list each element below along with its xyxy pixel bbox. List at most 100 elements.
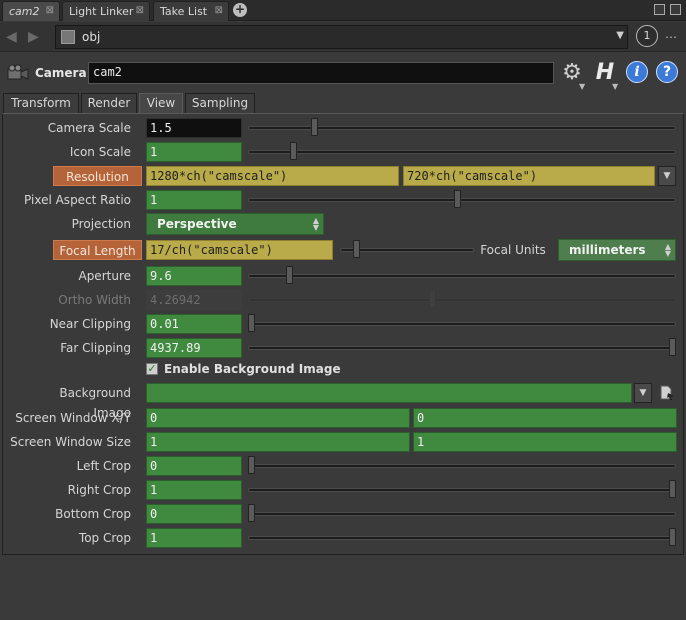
- bottom-crop-slider-track[interactable]: [248, 512, 676, 516]
- top-crop-slider-handle[interactable]: [669, 528, 676, 546]
- left-crop-slider-track[interactable]: [248, 464, 676, 468]
- left-crop-field[interactable]: 0: [146, 456, 242, 476]
- far-clipping-slider-track[interactable]: [248, 346, 676, 350]
- ortho-width-slider-track: [248, 298, 676, 302]
- resolution-label: Resolution: [53, 166, 142, 186]
- projection-value: Perspective: [157, 217, 237, 231]
- screen-window-xy-label: Screen Window X/Y: [15, 411, 131, 425]
- right-crop-slider-handle[interactable]: [669, 480, 676, 498]
- aperture-slider-handle[interactable]: [286, 266, 293, 284]
- tab-label: Take List: [160, 5, 208, 18]
- pane-menu-icon[interactable]: ⋯: [665, 30, 679, 44]
- menu-arrows-icon: ▲ ▼: [312, 216, 319, 232]
- far-clipping-slider-handle[interactable]: [669, 338, 676, 356]
- near-clipping-slider-handle[interactable]: [248, 314, 255, 332]
- network-path-field[interactable]: obj ▼: [55, 25, 628, 49]
- icon-scale-slider-track[interactable]: [248, 150, 676, 154]
- info-icon[interactable]: i: [626, 61, 648, 83]
- screen-window-size-label: Screen Window Size: [10, 435, 131, 449]
- tab-label: cam2: [9, 5, 40, 18]
- near-clipping-slider-track[interactable]: [248, 322, 676, 326]
- focal-length-field[interactable]: 17/ch("camscale"): [146, 240, 333, 260]
- node-name-field[interactable]: cam2: [88, 62, 554, 84]
- bottom-crop-label: Bottom Crop: [55, 507, 131, 521]
- camera-scale-field[interactable]: 1.5: [146, 118, 242, 138]
- ortho-width-field: 4.26942: [146, 290, 242, 310]
- far-clipping-field[interactable]: 4937.89: [146, 338, 242, 358]
- tab-render[interactable]: Render: [81, 93, 137, 113]
- menu-arrows-icon: ▲ ▼: [664, 242, 671, 258]
- right-crop-field[interactable]: 1: [146, 480, 242, 500]
- right-crop-slider-track[interactable]: [248, 488, 676, 492]
- path-text: obj: [82, 30, 101, 44]
- tab-light-linker[interactable]: Light Linker ⊠: [62, 1, 150, 21]
- path-bar: ◀ ▶ obj ▼ 1 ⋯: [0, 22, 686, 52]
- projection-label: Projection: [71, 217, 131, 231]
- tab-label: Light Linker: [69, 5, 134, 18]
- tab-transform[interactable]: Transform: [3, 93, 79, 113]
- bottom-crop-slider-handle[interactable]: [248, 504, 255, 522]
- tab-sampling[interactable]: Sampling: [185, 93, 255, 113]
- resolution-x-field[interactable]: 1280*ch("camscale"): [146, 166, 399, 186]
- aperture-slider-track[interactable]: [248, 274, 676, 278]
- icon-scale-field[interactable]: 1: [146, 142, 242, 162]
- file-chooser-icon[interactable]: [658, 384, 676, 402]
- left-crop-label: Left Crop: [76, 459, 131, 473]
- bottom-crop-field[interactable]: 0: [146, 504, 242, 524]
- enable-background-image-checkbox[interactable]: ✓: [146, 363, 158, 375]
- camera-icon: [7, 64, 29, 80]
- background-image-label: Background Image: [59, 386, 131, 420]
- camera-scale-slider-handle[interactable]: [311, 118, 318, 136]
- back-arrow-icon[interactable]: ◀: [6, 29, 17, 45]
- tab-cam2[interactable]: cam2 ⊠: [2, 1, 60, 21]
- ortho-width-slider-handle: [429, 290, 436, 308]
- checkmark-icon: ✓: [147, 362, 157, 375]
- icon-scale-slider-handle[interactable]: [290, 142, 297, 160]
- camera-scale-label: Camera Scale: [47, 121, 131, 135]
- top-crop-field[interactable]: 1: [146, 528, 242, 548]
- projection-menu[interactable]: Perspective ▲ ▼: [146, 213, 324, 235]
- focal-units-label: Focal Units: [480, 243, 546, 257]
- background-image-dropdown-icon[interactable]: ▼: [634, 383, 652, 403]
- icon-scale-label: Icon Scale: [69, 145, 131, 159]
- left-crop-slider-handle[interactable]: [248, 456, 255, 474]
- close-tab-icon[interactable]: ⊠: [46, 5, 54, 16]
- close-tab-icon[interactable]: ⊠: [136, 5, 144, 16]
- maximize-pane-icon[interactable]: [670, 4, 681, 15]
- aperture-label: Aperture: [78, 269, 131, 283]
- screen-window-x-field[interactable]: 0: [146, 408, 410, 428]
- tab-take-list[interactable]: Take List ⊠: [153, 1, 229, 21]
- resolution-menu-dropdown-icon[interactable]: ▼: [658, 166, 676, 186]
- help-menu-caret-icon[interactable]: ▼: [612, 82, 618, 91]
- focal-units-value: millimeters: [569, 243, 646, 257]
- focal-units-menu[interactable]: millimeters ▲ ▼: [558, 239, 676, 261]
- pixel-aspect-ratio-label: Pixel Aspect Ratio: [24, 193, 131, 207]
- help-icon[interactable]: ?: [656, 61, 678, 83]
- node-header: Camera cam2 ⚙ ▼ H ▼ i ?: [0, 56, 686, 91]
- close-tab-icon[interactable]: ⊠: [215, 5, 223, 16]
- pane-tab-bar: cam2 ⊠ Light Linker ⊠ Take List ⊠ +: [0, 0, 686, 21]
- screen-window-width-field[interactable]: 1: [146, 432, 410, 452]
- focal-length-slider-handle[interactable]: [353, 240, 360, 258]
- focal-length-slider-track[interactable]: [340, 248, 474, 252]
- forward-arrow-icon[interactable]: ▶: [28, 29, 39, 45]
- aperture-field[interactable]: 9.6: [146, 266, 242, 286]
- background-image-field[interactable]: [146, 383, 632, 403]
- pixel-aspect-ratio-slider-track[interactable]: [248, 198, 676, 202]
- gear-menu-caret-icon[interactable]: ▼: [579, 82, 585, 91]
- pixel-aspect-ratio-slider-handle[interactable]: [454, 190, 461, 208]
- near-clipping-field[interactable]: 0.01: [146, 314, 242, 334]
- resolution-y-field[interactable]: 720*ch("camscale"): [403, 166, 655, 186]
- screen-window-height-field[interactable]: 1: [413, 432, 677, 452]
- enable-background-image-label: Enable Background Image: [164, 362, 341, 376]
- pin-button[interactable]: 1: [636, 25, 658, 47]
- minimize-pane-icon[interactable]: [654, 4, 665, 15]
- screen-window-y-field[interactable]: 0: [413, 408, 677, 428]
- tab-view[interactable]: View: [139, 93, 183, 113]
- focal-length-label: Focal Length: [53, 240, 142, 260]
- top-crop-slider-track[interactable]: [248, 536, 676, 540]
- network-icon: [61, 30, 75, 44]
- add-tab-icon[interactable]: +: [233, 3, 247, 17]
- dropdown-icon[interactable]: ▼: [616, 30, 624, 41]
- pixel-aspect-ratio-field[interactable]: 1: [146, 190, 242, 210]
